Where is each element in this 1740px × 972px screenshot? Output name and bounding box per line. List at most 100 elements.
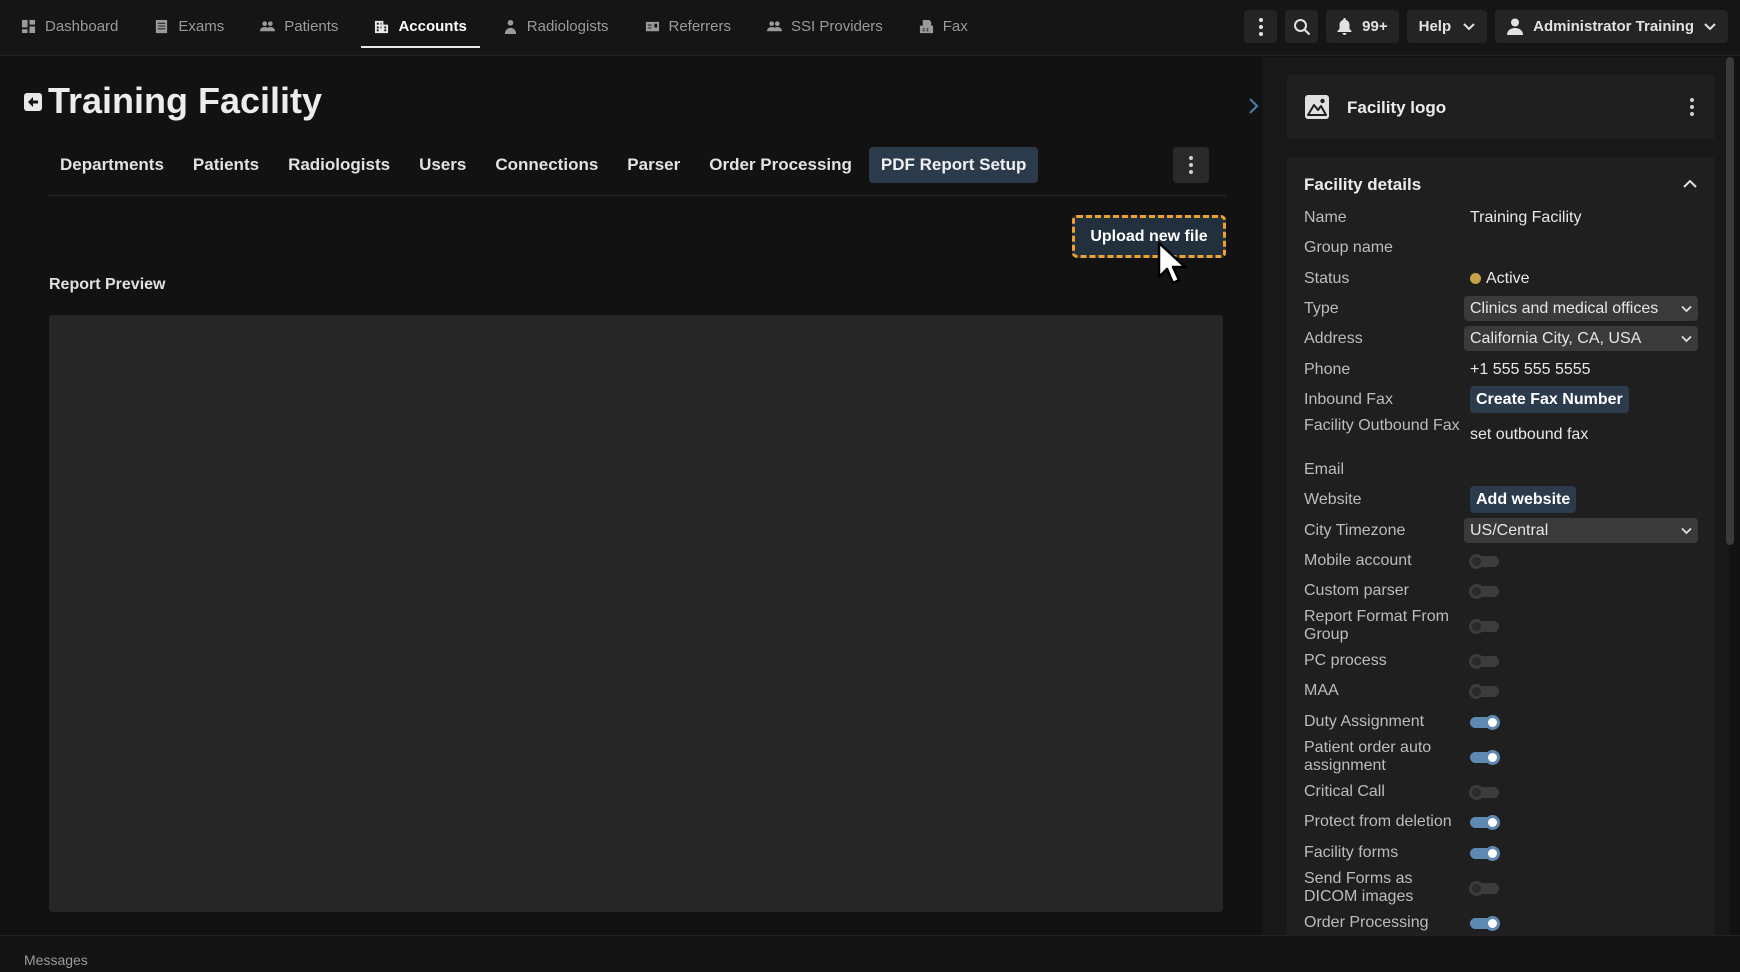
providers-icon [767,21,783,32]
notification-count: 99+ [1362,18,1388,35]
nav-label: Fax [942,18,968,35]
detail-label: Type [1304,300,1339,317]
tab-pdf-report-setup[interactable]: PDF Report Setup [868,147,1039,183]
outbound-fax-link[interactable]: set outbound fax [1470,426,1588,444]
chevron-up-icon[interactable] [1681,175,1699,193]
dashboard-icon [21,19,36,34]
more-menu-button[interactable] [1244,10,1278,43]
add-website-button[interactable]: Add website [1470,486,1577,513]
tab-departments[interactable]: Departments [48,147,176,183]
detail-label: Website [1304,491,1362,508]
timezone-value: US/Central [1470,521,1549,539]
toggle-label: Facility forms [1304,844,1399,861]
nav-radiologists[interactable]: Radiologists [490,8,622,48]
notifications-button[interactable]: 99+ [1326,10,1399,43]
custom-parser-toggle[interactable] [1469,584,1499,599]
nav-label: Dashboard [45,18,119,35]
facility-forms-toggle[interactable] [1470,846,1500,861]
create-fax-number-button[interactable]: Create Fax Number [1470,386,1629,413]
page-title: Training Facility [48,80,323,121]
back-button[interactable] [24,93,42,111]
toggle-label: MAA [1304,682,1339,699]
type-select[interactable]: Clinics and medical offices [1464,296,1698,321]
bell-icon [1337,18,1352,35]
toggle-label: Order Processing [1304,914,1429,931]
phone-value: +1 555 555 5555 [1470,361,1591,378]
maa-toggle[interactable] [1469,684,1499,699]
toggle-knob [1469,584,1484,599]
toggle-label: PC process [1304,652,1387,669]
toggle-knob [1485,846,1500,861]
fax-icon [919,19,933,34]
help-menu[interactable]: Help [1406,10,1488,43]
report-format-toggle[interactable] [1469,619,1499,634]
messages-bar: Messages [0,935,1740,972]
main-content: Training Facility Departments Patients R… [0,57,1262,935]
nav-label: Patients [284,18,339,35]
status-text: Active [1486,270,1530,287]
detail-label: Email [1304,461,1345,478]
nav-label: Accounts [398,18,467,35]
upload-new-file-button[interactable]: Upload new file [1072,215,1226,258]
critical-call-toggle[interactable] [1469,785,1499,800]
collapse-panel-button[interactable] [1245,91,1263,121]
tab-parser[interactable]: Parser [615,147,692,183]
mobile-account-toggle[interactable] [1469,554,1499,569]
mouse-cursor-icon [1157,241,1187,285]
top-actions: 99+ Help Administrator Training [1244,10,1728,43]
tab-order-processing[interactable]: Order Processing [697,147,864,183]
messages-label[interactable]: Messages [24,952,88,968]
toggle-knob [1469,881,1484,896]
protect-deletion-toggle[interactable] [1470,815,1500,830]
chevron-down-icon [1681,335,1692,342]
nav-label: Radiologists [526,18,609,35]
accounts-icon [375,20,389,34]
address-select[interactable]: California City, CA, USA [1464,326,1698,351]
tab-patients[interactable]: Patients [181,147,271,183]
send-forms-dicom-toggle[interactable] [1469,881,1499,896]
tab-radiologists[interactable]: Radiologists [276,147,402,183]
tab-connections[interactable]: Connections [483,147,610,183]
nav-dashboard[interactable]: Dashboard [8,8,131,48]
toggle-label: Duty Assignment [1304,713,1425,730]
duty-assignment-toggle[interactable] [1470,715,1500,730]
chevron-down-icon [1681,305,1692,312]
user-menu[interactable]: Administrator Training [1495,10,1728,43]
nav-accounts[interactable]: Accounts [361,8,480,48]
toggle-knob [1469,785,1484,800]
detail-label: City Timezone [1304,522,1406,539]
toggle-label: Custom parser [1304,582,1409,599]
top-navigation: Dashboard Exams Patients Accounts Radiol… [0,0,1740,56]
facility-details-title: Facility details [1304,175,1422,194]
logo-menu-button[interactable] [1683,94,1701,120]
search-button[interactable] [1285,10,1319,43]
toggle-label: Protect from deletion [1304,813,1452,830]
tab-divider [48,195,1226,196]
tab-users[interactable]: Users [407,147,478,183]
toggle-knob [1469,619,1484,634]
detail-label: Name [1304,209,1347,226]
pc-process-toggle[interactable] [1469,654,1499,669]
toggle-knob [1469,684,1484,699]
toggle-knob [1469,654,1484,669]
toggle-knob [1485,815,1500,830]
nav-patients[interactable]: Patients [247,8,351,48]
nav-ssi-providers[interactable]: SSI Providers [754,8,896,48]
nav-referrers[interactable]: Referrers [632,8,745,48]
patient-order-auto-toggle[interactable] [1470,750,1500,765]
chevron-down-icon [1463,22,1475,30]
detail-value: Training Facility [1470,209,1582,226]
tabs-more-button[interactable] [1173,147,1209,183]
detail-label: Group name [1304,239,1393,256]
toggle-label: Critical Call [1304,783,1385,800]
nav-fax[interactable]: Fax [906,8,981,48]
order-processing-toggle[interactable] [1470,916,1500,931]
chevron-down-icon [1681,527,1692,534]
nav-exams[interactable]: Exams [141,8,237,48]
image-icon [1305,95,1329,119]
toggle-knob [1469,554,1484,569]
referrers-icon [645,21,659,32]
panel-scrollbar[interactable] [1726,57,1734,545]
facility-tabs: Departments Patients Radiologists Users … [48,147,1043,183]
timezone-select[interactable]: US/Central [1464,518,1698,543]
